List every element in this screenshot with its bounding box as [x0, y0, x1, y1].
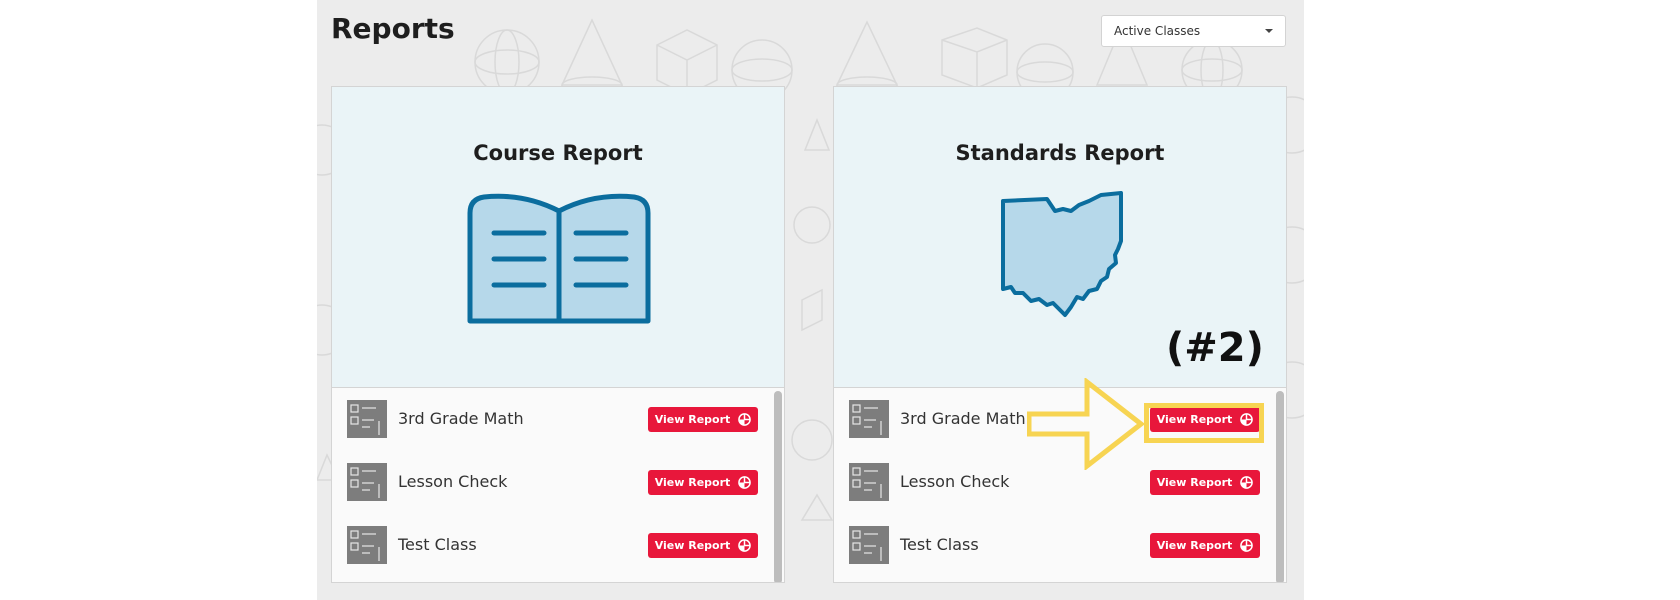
annotation-step-label: (#2) [1166, 325, 1264, 371]
class-name: Test Class [900, 535, 979, 554]
caret-down-icon [1265, 29, 1273, 33]
standards-report-title: Standards Report [955, 141, 1165, 165]
class-name: 3rd Grade Math [398, 409, 524, 428]
classroom-board-icon [849, 526, 889, 564]
class-name: Lesson Check [900, 472, 1010, 491]
list-item: Test Class View Report [834, 518, 1274, 570]
course-class-list: 3rd Grade Math View Report Lesson Check … [332, 388, 784, 582]
standards-list-scrollbar[interactable] [1276, 391, 1284, 582]
classroom-board-icon [347, 526, 387, 564]
view-report-button[interactable]: View Report [648, 407, 758, 432]
class-filter-value: Active Classes [1114, 24, 1201, 38]
pie-chart-icon [1240, 539, 1254, 552]
annotation-arrow-icon [1027, 378, 1146, 470]
ohio-state-map-icon [1001, 191, 1123, 317]
view-report-label: View Report [1156, 476, 1233, 489]
list-item: Lesson Check View Report [332, 455, 772, 507]
classroom-board-icon [347, 463, 387, 501]
pie-chart-icon [1240, 476, 1254, 489]
class-filter-dropdown[interactable]: Active Classes [1101, 15, 1286, 47]
view-report-button[interactable]: View Report [1150, 533, 1260, 558]
list-item: Test Class View Report [332, 518, 772, 570]
reports-page: Reports Active Classes Course Report 3rd… [317, 0, 1304, 600]
view-report-label: View Report [654, 476, 731, 489]
class-name: 3rd Grade Math [900, 409, 1026, 428]
pie-chart-icon [738, 413, 752, 426]
view-report-button[interactable]: View Report [648, 533, 758, 558]
list-item: 3rd Grade Math View Report [332, 392, 772, 444]
page-title: Reports [331, 12, 455, 45]
view-report-button[interactable]: View Report [648, 470, 758, 495]
course-report-card: Course Report 3rd Grade Math View Report… [331, 86, 785, 583]
classroom-board-icon [849, 463, 889, 501]
classroom-board-icon [347, 400, 387, 438]
view-report-button[interactable]: View Report [1150, 470, 1260, 495]
course-report-title: Course Report [473, 141, 643, 165]
class-name: Test Class [398, 535, 477, 554]
classroom-board-icon [849, 400, 889, 438]
annotation-highlight-box [1144, 403, 1264, 443]
view-report-label: View Report [1156, 539, 1233, 552]
course-report-header: Course Report [332, 87, 784, 388]
pie-chart-icon [738, 539, 752, 552]
class-name: Lesson Check [398, 472, 508, 491]
view-report-label: View Report [654, 539, 731, 552]
course-list-scrollbar[interactable] [774, 391, 782, 582]
pie-chart-icon [738, 476, 752, 489]
open-book-icon [467, 193, 651, 324]
view-report-label: View Report [654, 413, 731, 426]
